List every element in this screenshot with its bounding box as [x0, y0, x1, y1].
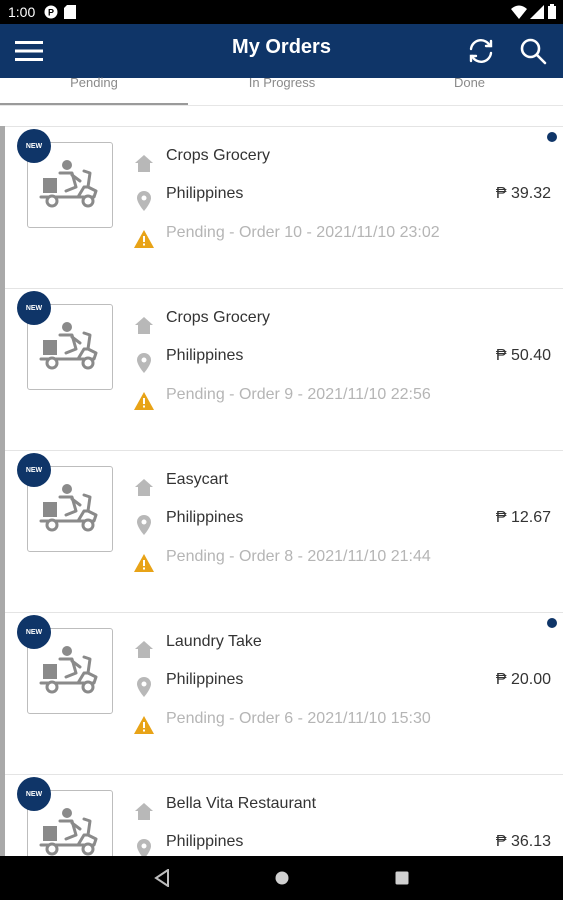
- order-status: Pending - Order 8 - 2021/11/10 21:44: [166, 548, 431, 565]
- tab-in-progress[interactable]: In Progress: [188, 75, 376, 103]
- order-card[interactable]: NEW Laundry Take Philippines ₱ 20.00 Pen…: [5, 612, 563, 774]
- order-status: Pending - Order 9 - 2021/11/10 22:56: [166, 386, 431, 403]
- warning-icon: [134, 715, 154, 735]
- order-price: ₱ 36.13: [495, 833, 551, 850]
- order-card[interactable]: NEW Easycart Philippines ₱ 12.67 Pending…: [5, 450, 563, 612]
- selected-tab-indicator: [0, 103, 188, 105]
- tab-done[interactable]: Done: [376, 75, 563, 103]
- location-pin-icon: [134, 677, 154, 697]
- tab-label: Pending: [70, 75, 118, 90]
- new-badge: NEW: [17, 453, 51, 487]
- order-price: ₱ 50.40: [495, 347, 551, 364]
- new-badge: NEW: [17, 777, 51, 811]
- back-icon[interactable]: [150, 868, 174, 888]
- tab-label: In Progress: [248, 75, 316, 90]
- delivery-scooter-icon: [39, 160, 98, 208]
- location-pin-icon: [134, 353, 154, 373]
- unread-indicator: [547, 132, 557, 142]
- search-icon[interactable]: [514, 32, 552, 70]
- order-country: Philippines: [166, 347, 244, 364]
- delivery-scooter-icon: [39, 808, 98, 856]
- order-list[interactable]: NEW Crops Grocery Philippines ₱ 39.32 Pe…: [0, 126, 563, 856]
- order-country: Philippines: [166, 671, 244, 688]
- wifi-icon: [511, 5, 527, 24]
- warning-icon: [134, 553, 154, 573]
- order-status: Pending - Order 10 - 2021/11/10 23:02: [166, 224, 440, 241]
- status-bar: 1:00 P: [0, 0, 563, 24]
- warning-icon: [134, 229, 154, 249]
- signal-icon: [530, 5, 544, 24]
- store-icon: [134, 477, 154, 497]
- store-icon: [134, 801, 154, 821]
- location-pin-icon: [134, 839, 154, 856]
- location-pin-icon: [134, 191, 154, 211]
- delivery-scooter-icon: [39, 322, 98, 370]
- store-name: Bella Vita Restaurant: [166, 795, 317, 812]
- store-name: Laundry Take: [166, 633, 262, 650]
- store-icon: [134, 639, 154, 659]
- system-navigation-bar: [0, 856, 563, 900]
- unread-indicator: [547, 618, 557, 628]
- order-card[interactable]: NEW Crops Grocery Philippines ₱ 50.40 Pe…: [5, 288, 563, 450]
- store-icon: [134, 315, 154, 335]
- store-name: Easycart: [166, 471, 229, 488]
- order-country: Philippines: [166, 509, 244, 526]
- sd-card-icon: [64, 5, 76, 24]
- order-price: ₱ 12.67: [495, 509, 551, 526]
- location-pin-icon: [134, 515, 154, 535]
- new-badge: NEW: [17, 291, 51, 325]
- warning-icon: [134, 391, 154, 411]
- order-card[interactable]: NEW Bella Vita Restaurant Philippines ₱ …: [5, 774, 563, 856]
- tab-label: Done: [453, 75, 486, 90]
- status-time: 1:00: [8, 4, 36, 20]
- home-icon[interactable]: [270, 868, 294, 888]
- order-status: Pending - Order 6 - 2021/11/10 15:30: [166, 710, 431, 727]
- recents-icon[interactable]: [390, 868, 414, 888]
- order-price: ₱ 39.32: [495, 185, 551, 202]
- new-badge: NEW: [17, 615, 51, 649]
- delivery-scooter-icon: [39, 484, 98, 532]
- order-card[interactable]: NEW Crops Grocery Philippines ₱ 39.32 Pe…: [5, 126, 563, 288]
- store-icon: [134, 153, 154, 173]
- order-status-tabs: Pending In Progress Done: [0, 75, 563, 106]
- order-price: ₱ 20.00: [495, 671, 551, 688]
- refresh-icon[interactable]: [462, 32, 500, 70]
- order-country: Philippines: [166, 185, 244, 202]
- svg-text:P: P: [48, 8, 54, 18]
- new-badge: NEW: [17, 129, 51, 163]
- delivery-scooter-icon: [39, 646, 98, 694]
- tab-pending[interactable]: Pending: [0, 75, 188, 103]
- order-country: Philippines: [166, 833, 244, 850]
- p-icon: P: [44, 5, 58, 24]
- store-name: Crops Grocery: [166, 309, 271, 326]
- store-name: Crops Grocery: [166, 147, 271, 164]
- battery-icon: [548, 4, 556, 24]
- app-bar: My Orders: [0, 24, 563, 78]
